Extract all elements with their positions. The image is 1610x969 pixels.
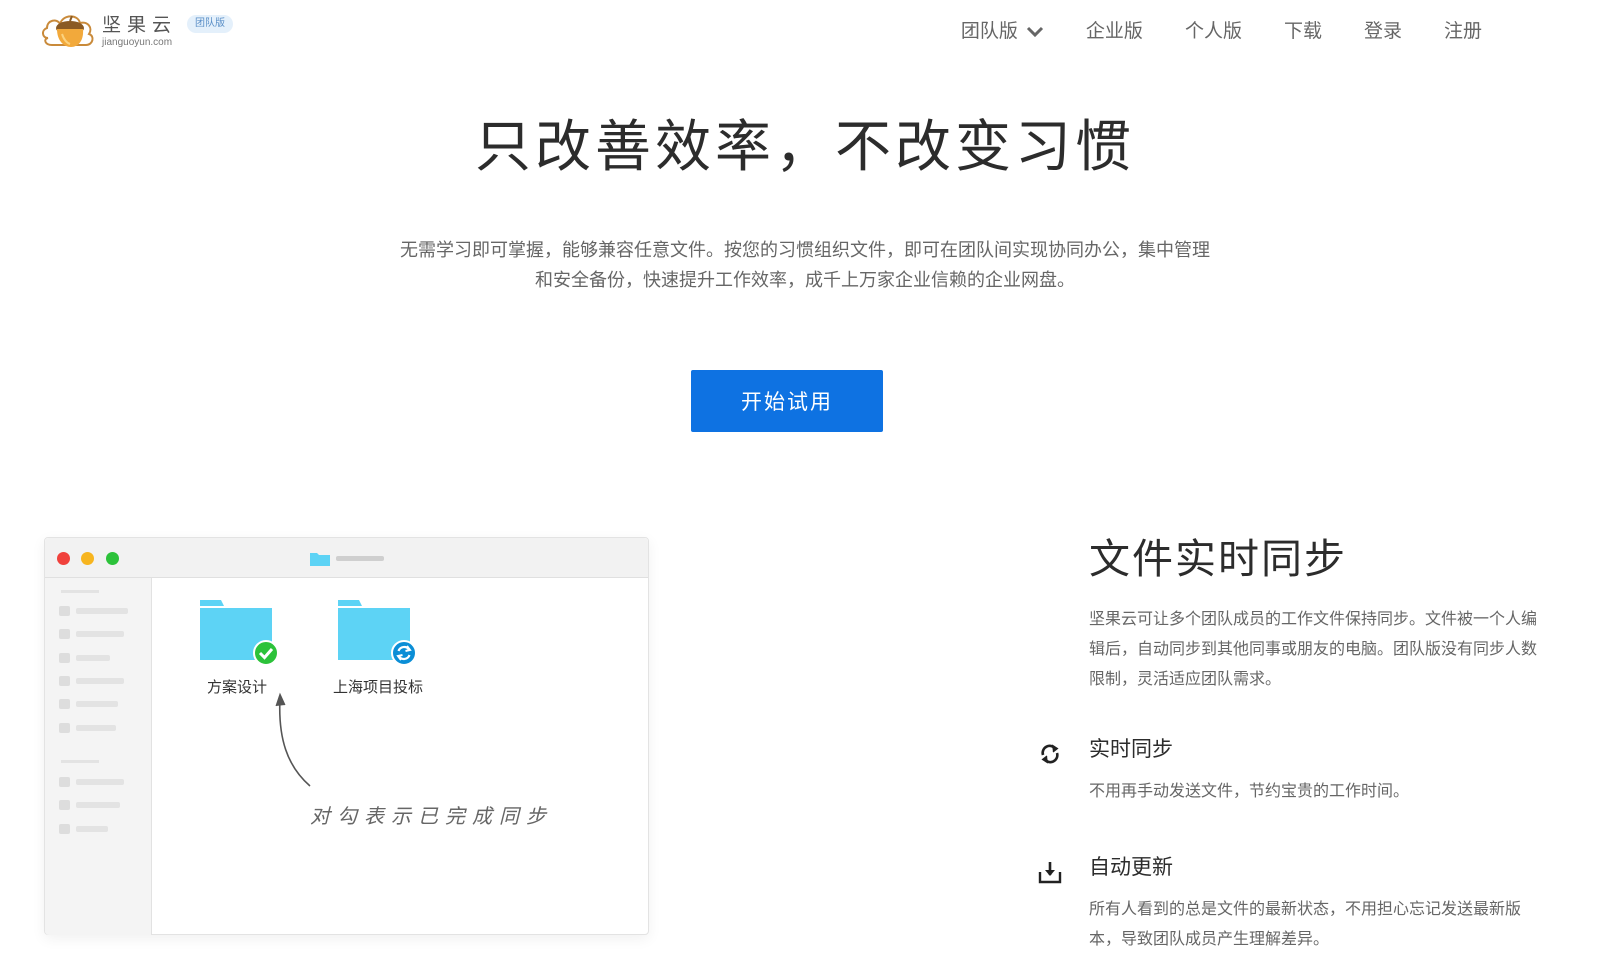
download-tray-icon	[1038, 862, 1062, 884]
mock-file-window: 方案设计 上海项目投标 对勾表示已完成同步	[44, 537, 649, 935]
folder-item-scheme-design[interactable]: 方案设计	[195, 598, 279, 697]
sidebar-row	[59, 777, 124, 787]
logo[interactable]: 坚果云 jianguoyun.com 团队版	[40, 8, 234, 50]
sidebar-row	[59, 699, 118, 709]
acorn-logo-icon	[42, 15, 94, 47]
hero-desc-line1: 无需学习即可掌握，能够兼容任意文件。按您的习惯组织文件，即可在团队间实现协同办公…	[400, 240, 1210, 261]
folder-item-shanghai-bid[interactable]: 上海项目投标	[333, 598, 424, 697]
nav-personal[interactable]: 个人版	[1185, 18, 1242, 44]
sidebar-row	[59, 606, 128, 616]
nav-download[interactable]: 下载	[1284, 18, 1322, 44]
hero-description: 无需学习即可掌握，能够兼容任意文件。按您的习惯组织文件，即可在团队间实现协同办公…	[300, 236, 1310, 296]
folder-label: 上海项目投标	[333, 678, 424, 696]
edition-badge: 团队版	[187, 15, 234, 33]
mock-titlebar	[45, 538, 648, 578]
feature-item-title: 实时同步	[1089, 737, 1173, 761]
nav-team-edition[interactable]: 团队版	[961, 18, 1044, 44]
window-minimize-dot	[81, 552, 94, 565]
nav-register[interactable]: 注册	[1444, 18, 1482, 44]
start-trial-button[interactable]: 开始试用	[691, 370, 883, 432]
hero-desc-line2: 和安全备份，快速提升工作效率，成千上万家企业信赖的企业网盘。	[535, 270, 1075, 291]
folder-icon	[310, 553, 330, 566]
mock-sidebar	[45, 578, 152, 935]
sidebar-row	[59, 824, 108, 834]
feature-item-description: 不用再手动发送文件，节约宝贵的工作时间。	[1089, 781, 1410, 800]
sidebar-row	[59, 800, 120, 810]
sidebar-row	[59, 653, 110, 663]
logo-name: 坚果云	[102, 14, 178, 36]
folder-label: 方案设计	[206, 678, 267, 696]
window-close-dot	[57, 552, 70, 565]
logo-text: 坚果云 jianguoyun.com	[102, 14, 177, 49]
feature-description: 坚果云可让多个团队成员的工作文件保持同步。文件被一个人编辑后，自动同步到其他同事…	[1089, 609, 1538, 688]
logo-domain: jianguoyun.com	[102, 37, 173, 48]
top-nav: 团队版 企业版 个人版 下载 登录 注册	[961, 18, 1482, 44]
annotation-arrow-icon	[275, 692, 311, 787]
feature-title: 文件实时同步	[1089, 535, 1347, 583]
chevron-down-icon	[1026, 26, 1043, 38]
feature-item-description: 所有人看到的总是文件的最新状态，不用担心忘记发送最新版本，导致团队成员产生理解差…	[1089, 899, 1522, 948]
page: 坚果云 jianguoyun.com 团队版 团队版 企业版 个人版 下载 登录…	[0, 0, 1610, 969]
sync-icon	[1041, 744, 1059, 764]
feature-item-title: 自动更新	[1089, 855, 1173, 879]
sidebar-row	[59, 629, 124, 639]
window-maximize-dot	[106, 552, 119, 565]
sidebar-placeholder	[61, 760, 99, 763]
sidebar-row	[59, 676, 124, 686]
sidebar-row	[59, 723, 116, 733]
sidebar-placeholder	[61, 590, 99, 593]
nav-enterprise[interactable]: 企业版	[1086, 18, 1143, 44]
annotation-text: 对勾表示已完成同步	[310, 804, 553, 828]
hero-title: 只改善效率，不改变习惯	[475, 115, 1135, 180]
synced-folder-icon	[200, 600, 277, 666]
nav-team-label: 团队版	[960, 20, 1018, 42]
path-placeholder	[336, 556, 384, 561]
nav-login[interactable]: 登录	[1364, 18, 1402, 44]
syncing-folder-icon	[338, 600, 415, 666]
